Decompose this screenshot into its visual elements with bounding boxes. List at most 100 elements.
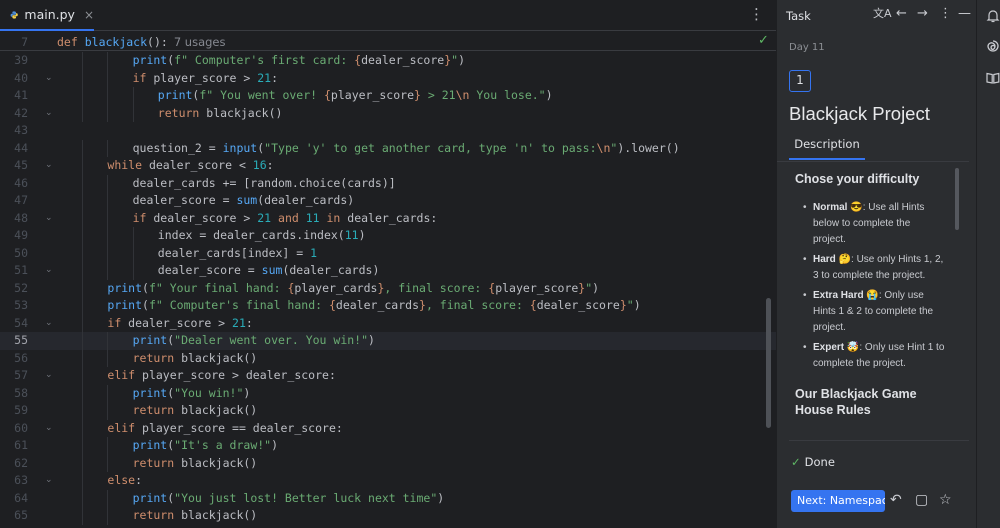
- code-token: "You win!": [174, 385, 244, 400]
- comment-icon[interactable]: ▢: [915, 491, 928, 509]
- code-token: dealer_score: [536, 298, 620, 312]
- line-number: 51: [14, 263, 28, 277]
- code-line[interactable]: 49 index = dealer_cards.index(11): [0, 227, 776, 245]
- code-line[interactable]: 59 return blackjack(): [0, 402, 776, 420]
- code-text: return blackjack(): [133, 455, 258, 473]
- fold-chevron-icon[interactable]: ⌄: [45, 367, 53, 385]
- description-scrollbar[interactable]: [955, 168, 959, 230]
- indent-guide: [107, 244, 109, 262]
- code-line[interactable]: 52 print(f" Your final hand: {player_card…: [0, 279, 776, 297]
- line-number: 56: [14, 350, 28, 365]
- code-line[interactable]: 56 return blackjack(): [0, 349, 776, 367]
- code-line[interactable]: 51 ⌄ dealer_score = sum(dealer_cards): [0, 262, 776, 280]
- description-content[interactable]: Chose your difficulty Normal 😎: Use all …: [777, 161, 969, 436]
- more-options-icon[interactable]: ⋮: [749, 6, 764, 22]
- fold-chevron-icon[interactable]: ⌄: [45, 70, 53, 88]
- tab-description[interactable]: Description: [789, 132, 865, 160]
- code-line[interactable]: 40 ⌄ if player_score > 21:: [0, 69, 776, 88]
- code-line[interactable]: 47 dealer_score = sum(dealer_cards): [0, 192, 776, 210]
- line-number: 54: [14, 315, 28, 330]
- code-token: dealer_cards:: [340, 210, 438, 225]
- code-lines[interactable]: 39 print(f" Computer's first card: {deale…: [0, 52, 776, 525]
- more-options-icon[interactable]: ⋮: [939, 6, 952, 22]
- code-line[interactable]: 53 print(f" Computer's final hand: {deale…: [0, 297, 776, 315]
- code-line[interactable]: 64 print("You just lost! Better luck next…: [0, 489, 776, 507]
- forward-arrow-icon[interactable]: →: [917, 6, 928, 22]
- notifications-icon[interactable]: [985, 8, 1000, 24]
- fold-chevron-icon[interactable]: ⌄: [45, 315, 53, 333]
- code-line[interactable]: 46 dealer_cards += [random.choice(cards)]: [0, 174, 776, 192]
- sticky-function-header[interactable]: 7 def blackjack(): 7 usages ✓: [0, 31, 776, 51]
- code-token: ): [633, 298, 641, 312]
- code-token: if: [107, 315, 122, 330]
- code-line[interactable]: 50 dealer_cards[index] = 1: [0, 244, 776, 262]
- code-editor[interactable]: main.py × ⋮ 7 def blackjack(): 7 usages ✓…: [0, 0, 776, 528]
- learn-book-icon[interactable]: [985, 70, 1000, 86]
- indent-guide: [107, 507, 109, 525]
- indent-guide: [82, 157, 84, 175]
- code-line[interactable]: 54 ⌄ if dealer_score > 21:: [0, 314, 776, 333]
- ai-spiral-icon[interactable]: [985, 38, 1000, 54]
- minimize-icon[interactable]: —: [958, 6, 971, 22]
- fold-chevron-icon[interactable]: ⌄: [45, 420, 53, 438]
- code-line[interactable]: 44 question_2 = input("Type 'y' to get an…: [0, 139, 776, 158]
- code-token: 1: [310, 245, 318, 260]
- indent-guide: [107, 349, 109, 367]
- file-tab-main-py[interactable]: main.py ×: [0, 0, 94, 31]
- fold-chevron-icon[interactable]: ⌄: [45, 210, 53, 228]
- editor-scrollbar[interactable]: [766, 298, 771, 428]
- indent-guide: [107, 384, 109, 402]
- code-text: while dealer_score < 16:: [107, 157, 273, 175]
- next-task-button[interactable]: Next: Namespaces: [791, 490, 885, 512]
- code-line[interactable]: 65 return blackjack(): [0, 507, 776, 525]
- difficulty-item: Expert 🤯: Only use Hint 1 to complete th…: [803, 340, 945, 372]
- indent-guide: [107, 332, 109, 350]
- indent-guide: [82, 384, 84, 402]
- fold-chevron-icon[interactable]: ⌄: [45, 472, 53, 490]
- code-line-current[interactable]: 55 print("Dealer went over. You win!"): [0, 332, 776, 350]
- code-line[interactable]: 45 ⌄ while dealer_score < 16:: [0, 157, 776, 175]
- difficulty-emoji: 😭: [863, 290, 879, 301]
- code-line[interactable]: 43: [0, 122, 776, 140]
- code-line[interactable]: 48 ⌄ if dealer_score > 21 and 11 in dealer…: [0, 209, 776, 228]
- code-line[interactable]: 39 print(f" Computer's first card: {deale…: [0, 52, 776, 70]
- code-token: You lose.": [469, 88, 546, 102]
- code-line[interactable]: 60 ⌄ elif player_score == dealer_score:: [0, 419, 776, 438]
- code-line[interactable]: 42 ⌄ return blackjack(): [0, 104, 776, 123]
- fold-chevron-icon[interactable]: ⌄: [45, 105, 53, 123]
- fold-chevron-icon[interactable]: ⌄: [45, 157, 53, 175]
- code-token: (: [142, 298, 149, 312]
- code-line[interactable]: 63 ⌄ else:: [0, 472, 776, 490]
- code-token: }: [419, 298, 426, 312]
- indent-guide: [107, 262, 109, 280]
- star-rate-icon[interactable]: ☆: [939, 491, 952, 509]
- code-line[interactable]: 57 ⌄ elif player_score > dealer_score:: [0, 367, 776, 385]
- code-line[interactable]: 41 print(f" You went over! {player_score}…: [0, 87, 776, 105]
- indent-guide: [82, 279, 84, 297]
- code-line[interactable]: 61 print("It's a draw!"): [0, 437, 776, 455]
- line-number: 59: [14, 403, 28, 417]
- code-token: print: [157, 88, 193, 102]
- code-text: question_2 = input("Type 'y' to get anot…: [133, 140, 680, 158]
- task-step-indicator[interactable]: 1: [789, 70, 811, 92]
- indent-guide: [82, 402, 84, 420]
- code-line[interactable]: 58 print("You win!"): [0, 384, 776, 402]
- code-text: print("Dealer went over. You win!"): [133, 332, 375, 350]
- code-token: question_2 =: [132, 140, 223, 155]
- code-token: blackjack(): [199, 105, 283, 120]
- reset-undo-icon[interactable]: ↶: [890, 491, 902, 509]
- translate-icon[interactable]: 文A: [873, 6, 892, 22]
- code-token: :: [266, 158, 274, 172]
- fold-chevron-icon[interactable]: ⌄: [45, 262, 53, 280]
- indent-guide: [107, 69, 109, 87]
- line-number: 48: [14, 210, 28, 225]
- code-token: ): [437, 490, 445, 505]
- code-line[interactable]: 62 return blackjack(): [0, 454, 776, 473]
- close-icon[interactable]: ×: [84, 8, 94, 22]
- indent-guide: [82, 419, 84, 437]
- usages-hint[interactable]: 7 usages: [174, 35, 226, 49]
- inspection-ok-check-icon[interactable]: ✓: [758, 33, 769, 48]
- code-token: {: [328, 298, 336, 312]
- back-arrow-icon[interactable]: ←: [896, 6, 907, 22]
- code-token: ): [368, 333, 375, 347]
